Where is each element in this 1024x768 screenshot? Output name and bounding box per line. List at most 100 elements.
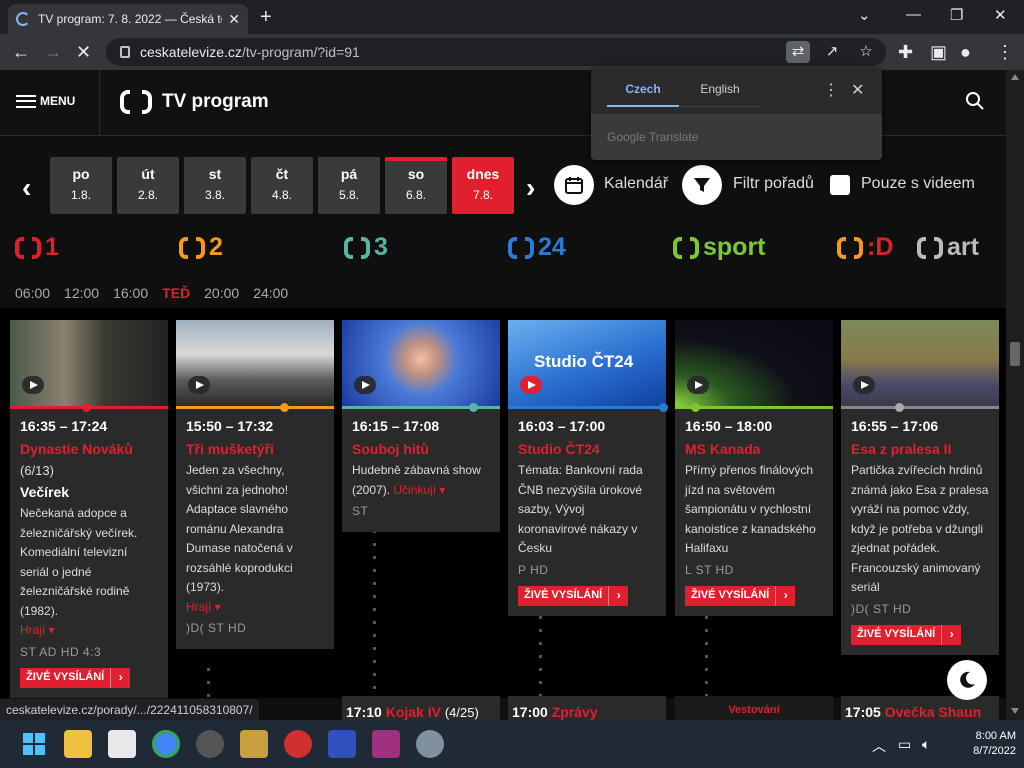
extensions-icon[interactable]: ✚ — [898, 42, 913, 62]
translate-options-icon[interactable]: ⋮ — [823, 80, 839, 100]
translate-tab-english[interactable]: English — [681, 82, 759, 107]
play-icon[interactable] — [354, 376, 376, 394]
file-explorer-icon[interactable] — [64, 730, 92, 758]
time-2400[interactable]: 24:00 — [253, 285, 288, 301]
new-tab-button[interactable]: + — [260, 6, 272, 29]
tray-device-icon[interactable]: ▭ — [898, 736, 911, 753]
calendar-button[interactable] — [554, 165, 594, 205]
program-thumbnail[interactable] — [10, 320, 168, 406]
program-title[interactable]: Dynastie Nováků — [20, 440, 158, 460]
program-title[interactable]: Tři mušketýři — [186, 440, 324, 460]
close-tab-icon[interactable]: ✕ — [228, 11, 240, 28]
live-broadcast-button[interactable]: ŽIVÉ VYSÍLÁNÍ › — [20, 668, 131, 688]
program-thumbnail[interactable] — [342, 320, 500, 406]
cast-toggle[interactable]: Účinkují — [393, 483, 436, 497]
play-icon[interactable] — [687, 376, 709, 394]
program-card[interactable]: Studio ČT24 16:03 – 17:00 Studio ČT24 Té… — [508, 320, 668, 616]
scroll-up-icon[interactable] — [1011, 74, 1019, 80]
app-icon-raccoon[interactable] — [196, 730, 224, 758]
channel-ct3[interactable]: 3 — [344, 233, 388, 262]
cast-toggle[interactable]: Hrají — [20, 623, 45, 637]
program-card[interactable]: 16:15 – 17:08 Souboj hitů Hudebně zábavn… — [342, 320, 500, 532]
calendar-label[interactable]: Kalendář — [604, 175, 668, 193]
app-icon-keys[interactable] — [240, 730, 268, 758]
save-disk-icon[interactable] — [328, 730, 356, 758]
translate-tab-czech[interactable]: Czech — [607, 82, 679, 107]
volume-icon[interactable]: 🔈︎ — [922, 736, 930, 753]
channel-ctart[interactable]: art — [917, 233, 979, 262]
browser-tab[interactable]: TV program: 7. 8. 2022 — Česká televize … — [8, 4, 248, 34]
channel-ctsport[interactable]: sport — [673, 233, 766, 262]
winrar-icon[interactable] — [372, 730, 400, 758]
play-icon[interactable] — [188, 376, 210, 394]
program-card[interactable]: 16:50 – 18:00 MS Kanada Přímý přenos fin… — [675, 320, 833, 616]
prev-days-arrow[interactable]: ‹ — [22, 172, 31, 204]
program-card[interactable]: 15:50 – 17:32 Tři mušketýři Jeden za vše… — [176, 320, 334, 649]
bookmark-star-icon[interactable]: ☆ — [854, 41, 878, 63]
time-2000[interactable]: 20:00 — [204, 285, 239, 301]
next-days-arrow[interactable]: › — [526, 172, 535, 204]
channel-ct2[interactable]: 2 — [179, 233, 223, 262]
back-icon[interactable]: ← — [12, 42, 30, 62]
tab-search-icon[interactable]: ⌄ — [858, 6, 871, 24]
program-title[interactable]: Souboj hitů — [352, 440, 490, 460]
day-pa[interactable]: pá 5.8. — [318, 157, 380, 214]
play-icon[interactable] — [22, 376, 44, 394]
time-1600[interactable]: 16:00 — [113, 285, 148, 301]
program-card[interactable]: 16:55 – 17:06 Esa z pralesa II Partička … — [841, 320, 999, 655]
channel-ct1[interactable]: 1 — [15, 233, 59, 262]
program-title[interactable]: MS Kanada — [685, 440, 823, 460]
taskbar-clock[interactable]: 8:00 AM 8/7/2022 — [950, 729, 1016, 759]
dark-mode-toggle[interactable] — [947, 660, 987, 700]
scroll-down-icon[interactable] — [1011, 708, 1019, 714]
program-thumbnail[interactable] — [176, 320, 334, 406]
time-0600[interactable]: 06:00 — [15, 285, 50, 301]
close-window-icon[interactable]: ✕ — [994, 6, 1007, 24]
day-dnes[interactable]: dnes 7.8. — [452, 157, 514, 214]
minimize-icon[interactable]: — — [906, 6, 921, 23]
forward-icon[interactable]: → — [44, 42, 62, 62]
video-only-checkbox[interactable] — [830, 175, 850, 195]
program-title[interactable]: Esa z pralesa II — [851, 440, 989, 460]
address-bar[interactable]: ceskatelevize.cz /tv-program/?id=91 ⇄ ↗ … — [106, 38, 886, 66]
play-icon[interactable] — [853, 376, 875, 394]
day-ut[interactable]: út 2.8. — [117, 157, 179, 214]
share-icon[interactable]: ↗ — [820, 41, 844, 63]
time-1200[interactable]: 12:00 — [64, 285, 99, 301]
live-broadcast-button[interactable]: ŽIVÉ VYSÍLÁNÍ › — [685, 586, 796, 606]
translate-icon[interactable]: ⇄ — [786, 41, 810, 63]
play-icon[interactable] — [520, 376, 542, 394]
program-thumbnail[interactable] — [675, 320, 833, 406]
channel-ct24[interactable]: 24 — [508, 233, 566, 262]
day-st[interactable]: st 3.8. — [184, 157, 246, 214]
chrome-icon[interactable] — [152, 730, 180, 758]
store-icon[interactable] — [108, 730, 136, 758]
live-broadcast-button[interactable]: ŽIVÉ VYSÍLÁNÍ › — [851, 625, 962, 645]
video-only-label[interactable]: Pouze s videem — [861, 175, 975, 193]
program-card[interactable]: 16:35 – 17:24 Dynastie Nováků (6/13) Več… — [10, 320, 168, 698]
settings-gear-icon[interactable] — [416, 730, 444, 758]
search-icon[interactable] — [966, 92, 984, 110]
translate-close-icon[interactable]: ✕ — [851, 80, 864, 100]
time-now[interactable]: TEĎ — [162, 285, 190, 301]
day-po[interactable]: po 1.8. — [50, 157, 112, 214]
channel-ctd[interactable]: :D — [837, 233, 893, 262]
program-title[interactable]: Studio ČT24 — [518, 440, 656, 460]
day-so[interactable]: so 6.8. — [385, 157, 447, 214]
restore-icon[interactable]: ❐ — [950, 6, 963, 24]
stop-loading-icon[interactable]: ✕ — [76, 42, 91, 62]
cast-toggle[interactable]: Hrají — [186, 600, 211, 614]
profile-icon[interactable]: ● — [960, 42, 971, 62]
day-ct[interactable]: čt 4.8. — [251, 157, 313, 214]
browser-menu-icon[interactable]: ⋮ — [996, 42, 1014, 62]
live-broadcast-button[interactable]: ŽIVÉ VYSÍLÁNÍ › — [518, 586, 629, 606]
page-scrollbar[interactable] — [1006, 70, 1024, 720]
tray-chevron-up-icon[interactable]: ︿ — [872, 736, 886, 756]
app-icon-lens[interactable] — [284, 730, 312, 758]
scroll-thumb[interactable] — [1010, 342, 1020, 366]
program-thumbnail[interactable]: Studio ČT24 — [508, 320, 666, 406]
site-logo[interactable]: TV program — [120, 90, 269, 114]
menu-button[interactable]: MENU — [16, 94, 75, 108]
sidepanel-icon[interactable]: ▣ — [930, 42, 947, 62]
filter-label[interactable]: Filtr pořadů — [733, 175, 814, 193]
